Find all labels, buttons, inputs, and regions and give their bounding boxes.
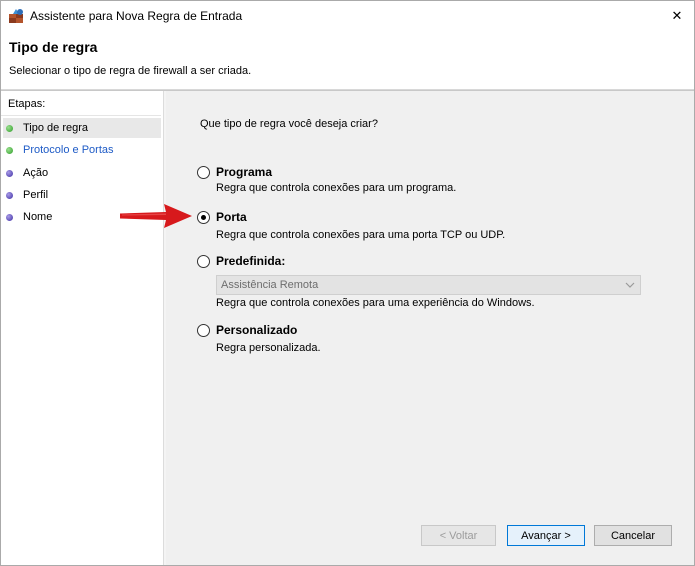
red-arrow-icon — [120, 204, 192, 228]
wizard-header: Tipo de regra Selecionar o tipo de regra… — [1, 31, 694, 89]
step-pending-icon — [6, 191, 13, 199]
step-pending-icon — [6, 213, 13, 221]
radio-predefinida[interactable] — [197, 255, 210, 268]
radio-personalizado[interactable] — [197, 324, 210, 337]
main-panel: Que tipo de regra você deseja criar? Pro… — [166, 91, 694, 565]
rule-type-question: Que tipo de regra você deseja criar? — [200, 118, 378, 130]
predefined-rule-value: Assistência Remota — [221, 279, 319, 291]
steps-heading: Etapas: — [8, 98, 46, 110]
wizard-window: Assistente para Nova Regra de Entrada ✕ … — [0, 0, 695, 566]
option-description: Regra personalizada. — [216, 342, 321, 354]
step-label: Protocolo e Portas — [23, 144, 114, 156]
step-protocolo-e-portas[interactable]: Protocolo e Portas — [3, 140, 161, 160]
title-bar: Assistente para Nova Regra de Entrada ✕ — [1, 1, 694, 31]
step-label: Nome — [23, 211, 53, 223]
radio-porta[interactable] — [197, 211, 210, 224]
step-done-icon — [6, 124, 13, 132]
predefined-rule-select[interactable]: Assistência Remota — [216, 275, 641, 295]
next-button[interactable]: Avançar > — [507, 525, 585, 546]
step-label: Tipo de regra — [23, 122, 89, 134]
step-tipo-de-regra[interactable]: Tipo de regra — [3, 118, 161, 138]
close-button[interactable]: ✕ — [664, 3, 690, 29]
firewall-app-icon — [9, 9, 23, 23]
page-subtitle: Selecionar o tipo de regra de firewall a… — [9, 65, 252, 77]
option-label[interactable]: Programa — [216, 165, 272, 179]
close-icon: ✕ — [671, 8, 683, 23]
option-description: Regra que controla conexões para um prog… — [216, 182, 457, 194]
option-label[interactable]: Predefinida: — [216, 254, 285, 268]
cancel-button[interactable]: Cancelar — [594, 525, 672, 546]
option-description: Regra que controla conexões para uma exp… — [216, 297, 535, 309]
steps-divider — [1, 115, 161, 116]
option-label[interactable]: Personalizado — [216, 323, 297, 337]
option-label[interactable]: Porta — [216, 210, 247, 224]
chevron-down-icon — [625, 282, 635, 288]
step-done-icon — [6, 146, 13, 154]
option-description: Regra que controla conexões para uma por… — [216, 229, 506, 241]
back-button[interactable]: < Voltar — [421, 525, 496, 546]
step-label: Ação — [23, 167, 49, 179]
window-title: Assistente para Nova Regra de Entrada — [30, 9, 243, 23]
radio-programa[interactable] — [197, 166, 210, 179]
step-pending-icon — [6, 169, 13, 177]
step-acao[interactable]: Ação — [3, 163, 161, 183]
step-label: Perfil — [23, 189, 49, 201]
steps-sidebar: Etapas: Tipo de regra Protocolo e Portas… — [1, 91, 163, 565]
step-perfil[interactable]: Perfil — [3, 185, 161, 205]
page-title: Tipo de regra — [9, 39, 98, 55]
